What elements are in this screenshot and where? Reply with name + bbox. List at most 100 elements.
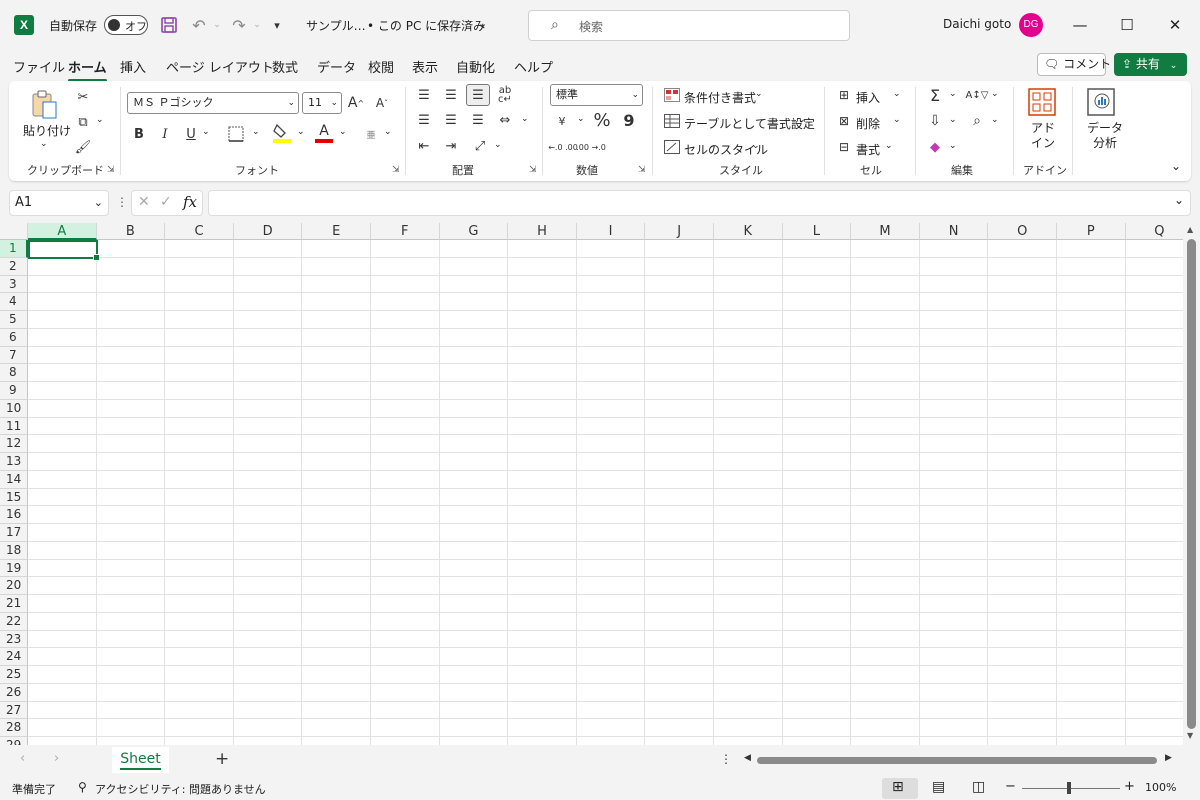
grow-font-icon[interactable]: A ^ xyxy=(346,92,366,114)
dialog-launcher-icon[interactable]: ⇲ xyxy=(107,165,115,175)
tab-page-layout[interactable]: ページ レイアウト xyxy=(166,57,274,76)
column-header-q[interactable]: Q xyxy=(1125,223,1183,240)
row-header-14[interactable]: 14 xyxy=(0,470,28,489)
tab-help[interactable]: ヘルプ xyxy=(514,57,553,76)
row-header-17[interactable]: 17 xyxy=(0,524,28,542)
undo-dropdown-icon[interactable]: ⌄ xyxy=(206,14,228,36)
more-options-icon[interactable]: ⋮ xyxy=(116,195,128,209)
conditional-formatting-icon[interactable] xyxy=(663,87,681,103)
next-sheet-icon[interactable]: › xyxy=(54,751,59,766)
find-select-icon[interactable]: ⌕ xyxy=(967,111,987,131)
data-analysis-label[interactable]: データ 分析 xyxy=(1087,121,1123,151)
chevron-down-icon[interactable]: ⌄ xyxy=(202,127,210,137)
fill-color-icon[interactable] xyxy=(271,121,293,145)
align-center-icon[interactable]: ☰ xyxy=(441,111,461,129)
scroll-right-icon[interactable]: ▶ xyxy=(1165,753,1172,763)
enter-check-icon[interactable]: ✓ xyxy=(160,194,172,210)
chevron-down-icon[interactable]: ⌄ xyxy=(384,127,392,137)
dialog-launcher-icon[interactable]: ⇲ xyxy=(638,165,646,175)
chevron-down-icon[interactable]: ⌄ xyxy=(96,115,104,125)
align-bottom-icon[interactable]: ☰ xyxy=(466,84,490,106)
scroll-left-icon[interactable]: ◀ xyxy=(744,753,751,763)
add-sheet-icon[interactable]: + xyxy=(215,749,229,769)
sort-filter-icon[interactable]: A↕▽ xyxy=(965,85,989,105)
chevron-down-icon[interactable]: ⌄ xyxy=(478,17,487,30)
column-header-p[interactable]: P xyxy=(1057,223,1126,240)
fill-down-icon[interactable]: ⇩ xyxy=(925,111,945,131)
chevron-down-icon[interactable]: ⌄ xyxy=(339,127,347,137)
chevron-down-icon[interactable]: ⌄ xyxy=(893,115,901,125)
font-color-icon[interactable]: A xyxy=(313,121,335,145)
zoom-level[interactable]: 100% xyxy=(1145,781,1176,794)
horizontal-scroll-thumb[interactable] xyxy=(757,757,1157,764)
accessibility-status[interactable]: アクセシビリティ: 問題ありません xyxy=(95,781,266,797)
redo-dropdown-icon[interactable]: ⌄ xyxy=(246,14,268,36)
insert-cells-icon[interactable]: ⊞ xyxy=(835,87,853,103)
tab-automate[interactable]: 自動化 xyxy=(456,57,495,76)
row-header-29[interactable]: 29 xyxy=(0,737,28,745)
comma-style-button[interactable]: 9 xyxy=(619,109,639,131)
row-header-20[interactable]: 20 xyxy=(0,577,28,595)
row-header-25[interactable]: 25 xyxy=(0,666,28,684)
ribbon-expand-icon[interactable]: ⌄ xyxy=(1171,159,1181,173)
customize-qat-icon[interactable]: ▾ xyxy=(266,14,288,36)
cell-styles-icon[interactable] xyxy=(663,139,681,155)
share-button[interactable]: ⇪ 共有 ⌄ xyxy=(1114,53,1187,76)
row-header-15[interactable]: 15 xyxy=(0,488,28,507)
autosave-toggle[interactable]: オフ xyxy=(104,15,148,35)
page-break-icon[interactable]: ◫ xyxy=(972,779,985,795)
cancel-icon[interactable]: ✕ xyxy=(138,194,150,210)
dialog-launcher-icon[interactable]: ⇲ xyxy=(392,165,400,175)
borders-icon[interactable] xyxy=(226,123,246,145)
prev-sheet-icon[interactable]: ‹ xyxy=(20,751,25,766)
row-header-22[interactable]: 22 xyxy=(0,612,28,631)
column-header-i[interactable]: I xyxy=(576,223,646,240)
align-top-icon[interactable]: ☰ xyxy=(414,86,434,104)
scroll-up-icon[interactable]: ▲ xyxy=(1187,225,1193,234)
tab-insert[interactable]: 挿入 xyxy=(120,57,146,76)
insert-function-icon[interactable]: fx xyxy=(183,193,197,211)
chevron-down-icon[interactable]: ⌄ xyxy=(752,141,760,151)
column-header-j[interactable]: J xyxy=(645,223,714,240)
decrease-indent-icon[interactable]: ⇤ xyxy=(414,137,434,155)
comment-button[interactable]: 🗨 コメント xyxy=(1037,53,1111,76)
cut-icon[interactable]: ✂ xyxy=(73,87,93,107)
tab-review[interactable]: 校閲 xyxy=(368,57,394,76)
row-header-24[interactable]: 24 xyxy=(0,648,28,666)
row-header-16[interactable]: 16 xyxy=(0,506,28,524)
paste-icon[interactable] xyxy=(29,89,59,121)
column-header-g[interactable]: G xyxy=(439,223,509,240)
underline-button[interactable]: U xyxy=(181,123,201,145)
chevron-down-icon[interactable]: ⌄ xyxy=(949,115,957,125)
column-header-l[interactable]: L xyxy=(782,223,852,240)
chevron-down-icon[interactable]: ⌄ xyxy=(252,127,260,137)
wrap-text-icon[interactable]: ab c↵ xyxy=(495,85,515,105)
row-header-5[interactable]: 5 xyxy=(0,311,28,329)
align-right-icon[interactable]: ☰ xyxy=(468,111,488,129)
user-name[interactable]: Daichi goto xyxy=(943,17,1011,31)
copy-icon[interactable]: ⧉ xyxy=(73,112,93,132)
accessibility-icon[interactable]: ⚲ xyxy=(78,780,87,794)
row-header-23[interactable]: 23 xyxy=(0,630,28,649)
align-left-icon[interactable]: ☰ xyxy=(414,111,434,129)
chevron-down-icon[interactable]: ⌄ xyxy=(755,89,763,99)
row-header-27[interactable]: 27 xyxy=(0,701,28,720)
row-header-1[interactable]: 1 xyxy=(0,240,28,258)
increase-decimal-button[interactable]: ←.0 .00 xyxy=(548,137,578,157)
vertical-scrollbar[interactable]: ▲ ▼ xyxy=(1183,223,1200,745)
tab-view[interactable]: 表示 xyxy=(412,57,438,76)
close-button[interactable]: ✕ xyxy=(1160,12,1190,38)
bold-button[interactable]: B xyxy=(129,123,149,145)
format-as-table-icon[interactable] xyxy=(663,113,681,129)
format-as-table-label[interactable]: テーブルとして書式設定 xyxy=(684,115,815,132)
increase-indent-icon[interactable]: ⇥ xyxy=(441,137,461,155)
chevron-down-icon[interactable]: ⌄ xyxy=(885,141,893,151)
align-middle-icon[interactable]: ☰ xyxy=(441,86,461,104)
column-header-n[interactable]: N xyxy=(919,223,989,240)
chevron-down-icon[interactable]: ⌄ xyxy=(297,127,305,137)
row-header-10[interactable]: 10 xyxy=(0,399,28,418)
chevron-down-icon[interactable]: ⌄ xyxy=(991,115,999,125)
save-icon[interactable] xyxy=(158,14,180,36)
autosum-icon[interactable]: Σ xyxy=(925,85,945,105)
row-header-11[interactable]: 11 xyxy=(0,417,28,436)
